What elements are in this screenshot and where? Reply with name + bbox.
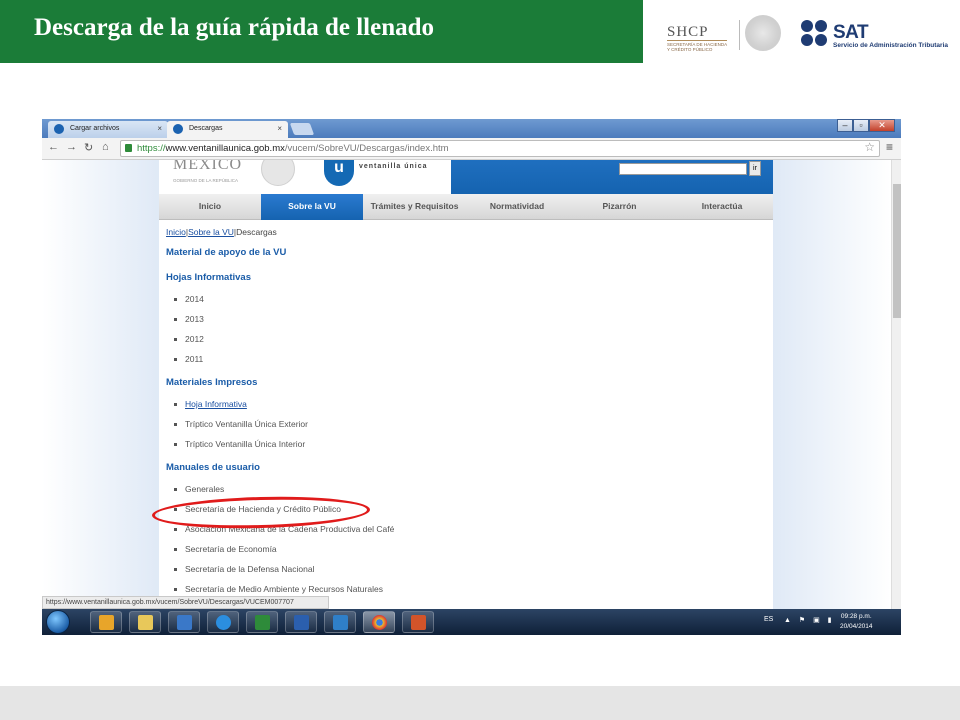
eagle-seal-icon	[261, 160, 295, 186]
shcp-logo: SHCP	[667, 24, 709, 40]
toolbar: ← → ↻ ⌂ https://www.ventanillaunica.gob.…	[42, 138, 901, 160]
window-close-button[interactable]: ✕	[869, 119, 895, 132]
heading-hojas: Hojas Informativas	[166, 272, 251, 283]
clock-time: 09:28 p.m.	[840, 613, 872, 620]
vu-logo[interactable]: u	[324, 160, 354, 186]
taskbar-app-icon[interactable]	[168, 611, 200, 633]
back-icon[interactable]: ←	[48, 141, 59, 153]
breadcrumb: Inicio|Sobre la VU|Descargas	[166, 227, 277, 237]
url-host: www.ventanillaunica.gob.mx	[165, 143, 285, 154]
list-item[interactable]: 2011	[173, 354, 203, 364]
site-search-input[interactable]	[619, 163, 747, 175]
language-indicator[interactable]: ES	[764, 616, 773, 623]
close-icon[interactable]: ×	[277, 121, 282, 137]
logo-divider	[739, 20, 740, 50]
page-viewport: MÉXICO GOBIERNO DE LA REPÚBLICA u ventan…	[42, 160, 891, 609]
vu-name: ventanilla única	[359, 163, 428, 170]
list-item[interactable]: Tríptico Ventanilla Única Interior	[173, 439, 305, 449]
nav-tramites[interactable]: Trámites y Requisitos	[363, 194, 466, 220]
list-item[interactable]: 2013	[174, 314, 204, 324]
slide-bottom-strip	[0, 686, 960, 720]
maximize-button[interactable]: ▫	[853, 119, 869, 132]
shcp-divider	[667, 40, 727, 41]
new-tab-button[interactable]	[289, 123, 315, 135]
lock-icon	[125, 144, 132, 152]
clock[interactable]: 09:28 p.m. 20/04/2014	[840, 612, 873, 632]
taskbar-lync-icon[interactable]	[324, 611, 356, 633]
main-nav: Inicio Sobre la VU Trámites y Requisitos…	[159, 194, 773, 220]
nav-interactua[interactable]: Interactúa	[671, 194, 773, 220]
tab-strip: Cargar archivos × Descargas × – ▫ ✕	[42, 119, 901, 138]
slide-title: Descarga de la guía rápida de llenado	[34, 14, 435, 41]
slide-header: Descarga de la guía rápida de llenado	[0, 0, 643, 63]
minimize-button[interactable]: –	[837, 119, 853, 132]
tab-label: Cargar archivos	[70, 125, 120, 132]
bookmark-star-icon[interactable]: ☆	[864, 140, 875, 154]
web-page: MÉXICO GOBIERNO DE LA REPÚBLICA u ventan…	[159, 160, 773, 609]
list-item[interactable]: Generales	[173, 484, 224, 494]
sat-subtitle: Servicio de Administración Tributaria	[833, 42, 948, 49]
brand-mexico: MÉXICO	[173, 160, 243, 173]
sat-dots-icon	[801, 20, 829, 48]
taskbar-outlook-icon[interactable]	[90, 611, 122, 633]
window-controls: – ▫ ✕	[837, 119, 895, 133]
start-button[interactable]	[46, 610, 70, 634]
scrollbar-thumb[interactable]	[893, 184, 901, 318]
tab-descargas[interactable]: Descargas ×	[167, 121, 288, 138]
list-item[interactable]: Secretaría de Medio Ambiente y Recursos …	[174, 584, 383, 594]
tab-label: Descargas	[189, 125, 223, 132]
taskbar-chrome-icon[interactable]	[363, 611, 395, 633]
reload-icon[interactable]: ↻	[84, 141, 93, 154]
favicon-icon	[54, 124, 64, 134]
url-scheme: https://	[137, 143, 166, 154]
breadcrumb-home-link[interactable]: Inicio	[166, 227, 186, 237]
list-item[interactable]: 2012	[174, 334, 204, 344]
sat-logo: SAT	[833, 22, 869, 43]
heading-material: Material de apoyo de la VU	[166, 247, 287, 258]
national-seal-icon	[745, 15, 781, 51]
favicon-icon	[173, 124, 183, 134]
taskbar: ES ▲ ⚑ ▣ ▮ 09:28 p.m. 20/04/2014	[42, 609, 901, 635]
list-item[interactable]: Secretaría de Economía	[174, 544, 277, 554]
taskbar-powerpoint-icon[interactable]	[402, 611, 434, 633]
taskbar-ie-icon[interactable]	[207, 611, 239, 633]
list-item[interactable]: Secretaría de la Defensa Nacional	[173, 564, 314, 574]
close-icon[interactable]: ×	[157, 121, 162, 137]
taskbar-excel-icon[interactable]	[246, 611, 278, 633]
list-item-link[interactable]: Hoja Informativa	[174, 399, 247, 409]
taskbar-word-icon[interactable]	[285, 611, 317, 633]
nav-sobre-la-vu[interactable]: Sobre la VU	[261, 194, 363, 220]
address-bar[interactable]: https://www.ventanillaunica.gob.mx/vucem…	[120, 140, 880, 157]
list-item[interactable]: Tríptico Ventanilla Única Exterior	[174, 419, 308, 429]
tray-icons[interactable]: ▲ ⚑ ▣ ▮	[784, 616, 835, 624]
browser-screenshot: Cargar archivos × Descargas × – ▫ ✕ ← → …	[42, 119, 901, 635]
status-bar-url: https://www.ventanillaunica.gob.mx/vucem…	[42, 596, 329, 609]
clock-date: 20/04/2014	[840, 623, 873, 630]
site-header: MÉXICO GOBIERNO DE LA REPÚBLICA u ventan…	[159, 160, 773, 194]
brand-gobierno: GOBIERNO DE LA REPÚBLICA	[173, 178, 239, 183]
breadcrumb-section-link[interactable]: Sobre la VU	[188, 227, 234, 237]
shcp-subtitle: SECRETARÍA DE HACIENDA Y CRÉDITO PÚBLICO	[667, 42, 727, 52]
vertical-scrollbar[interactable]	[891, 160, 901, 609]
nav-normatividad[interactable]: Normatividad	[466, 194, 568, 220]
logos-area: SHCP SECRETARÍA DE HACIENDA Y CRÉDITO PÚ…	[643, 0, 960, 63]
list-item[interactable]: 2014	[174, 294, 204, 304]
heading-manuales: Manuales de usuario	[166, 462, 260, 473]
url-path: /vucem/SobreVU/Descargas/index.htm	[284, 143, 449, 154]
menu-icon[interactable]: ≡	[886, 140, 893, 154]
tab-cargar-archivos[interactable]: Cargar archivos ×	[48, 121, 168, 138]
taskbar-explorer-icon[interactable]	[129, 611, 161, 633]
breadcrumb-current: Descargas	[236, 227, 277, 237]
site-search-button[interactable]: ir	[749, 161, 761, 176]
forward-icon[interactable]: →	[66, 141, 77, 153]
home-icon[interactable]: ⌂	[102, 141, 109, 153]
nav-pizarron[interactable]: Pizarrón	[568, 194, 671, 220]
nav-inicio[interactable]: Inicio	[159, 194, 261, 220]
heading-materiales: Materiales Impresos	[166, 377, 258, 388]
